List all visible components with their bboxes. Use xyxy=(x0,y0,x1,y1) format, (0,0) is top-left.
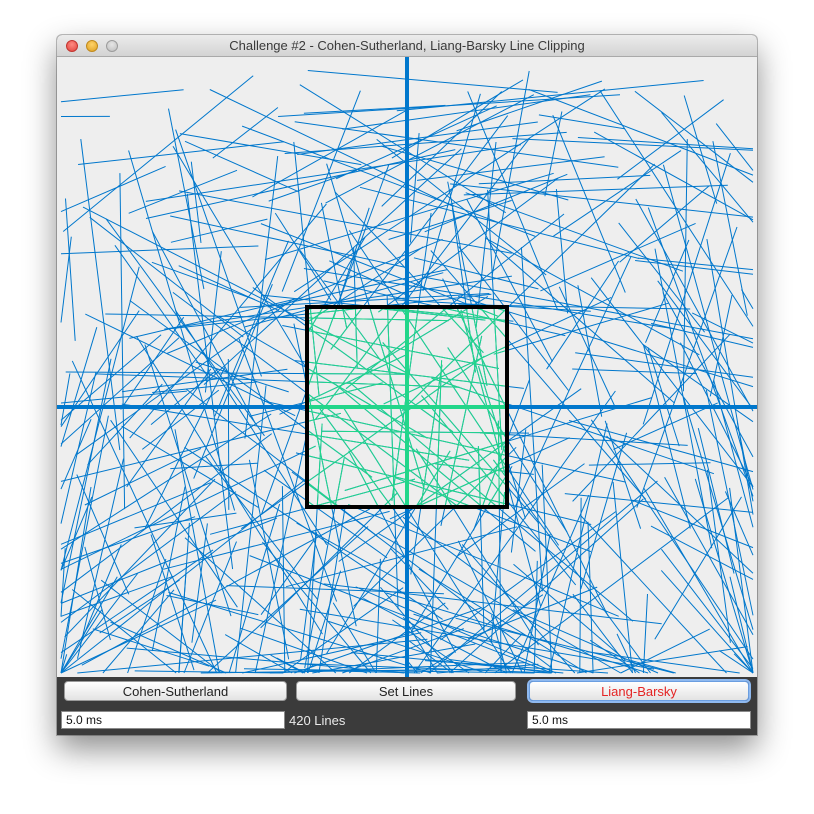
line-count-label: 420 Lines xyxy=(289,713,346,728)
clipping-canvas[interactable] xyxy=(57,57,757,677)
control-panel: Cohen-Sutherland Set Lines Liang-Barsky … xyxy=(57,677,757,735)
clipped-line xyxy=(306,373,406,375)
set-lines-button[interactable]: Set Lines xyxy=(296,681,516,701)
window-title: Challenge #2 - Cohen-Sutherland, Liang-B… xyxy=(229,38,585,53)
title-bar[interactable]: Challenge #2 - Cohen-Sutherland, Liang-B… xyxy=(57,35,757,57)
liang-barsky-time-field[interactable]: 5.0 ms xyxy=(527,711,751,729)
random-line xyxy=(227,358,230,510)
liang-barsky-button[interactable]: Liang-Barsky xyxy=(529,681,749,701)
cohen-sutherland-button[interactable]: Cohen-Sutherland xyxy=(64,681,287,701)
app-window: Challenge #2 - Cohen-Sutherland, Liang-B… xyxy=(57,35,757,735)
cohen-sutherland-time-field[interactable]: 5.0 ms xyxy=(61,711,285,729)
